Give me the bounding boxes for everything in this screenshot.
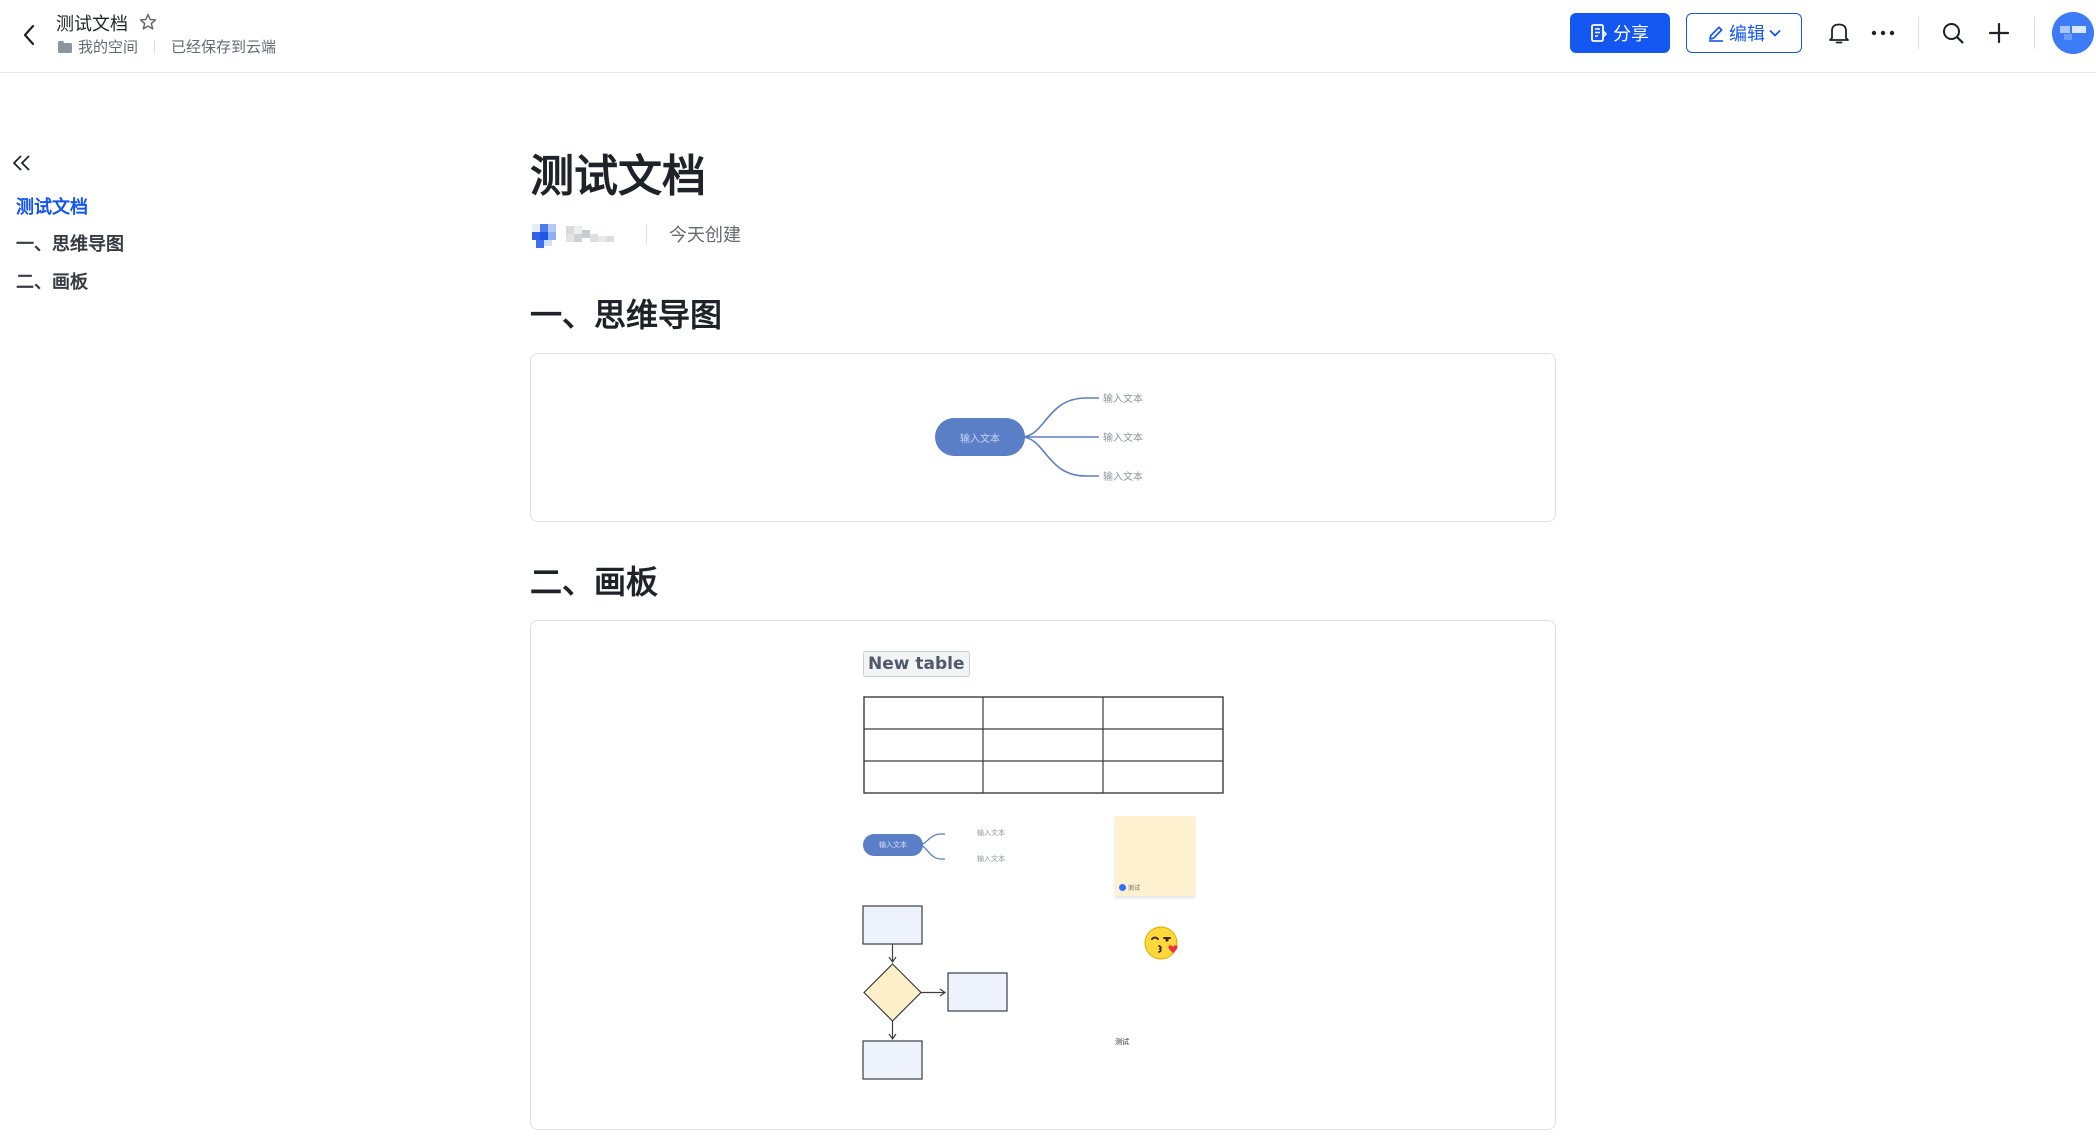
share-doc-icon (1591, 24, 1607, 42)
star-icon[interactable] (138, 12, 160, 34)
mindmap-child-label[interactable]: 输入文本 (1103, 429, 1143, 444)
breadcrumb-divider (154, 39, 156, 54)
chevron-down-icon (1769, 29, 1781, 37)
sticky-author-avatar (1119, 884, 1126, 891)
pencil-icon (1709, 26, 1723, 42)
double-chevron-left-icon (13, 155, 30, 171)
author-avatar[interactable] (532, 218, 624, 250)
whiteboard-block[interactable]: New table 输入文本 输入文本 输入文本 测试 测试 (530, 620, 1556, 1130)
save-status: 已经保存到云端 (171, 38, 277, 56)
mindmap-child-label[interactable]: 输入文本 (1103, 468, 1143, 483)
board-mindmap-root: 输入文本 (879, 841, 907, 849)
created-date: 今天创建 (669, 225, 741, 246)
sticky-author-name: 测试 (1128, 885, 1141, 892)
search-icon (1943, 23, 1964, 44)
plus-icon (1988, 22, 2010, 44)
back-button[interactable] (14, 18, 44, 52)
header-doc-title[interactable]: 测试文档 (56, 10, 128, 36)
outline-item-title[interactable]: 测试文档 (16, 193, 88, 219)
folder-icon (58, 40, 72, 53)
board-flowchart[interactable] (859, 901, 1019, 1126)
board-table-title[interactable]: New table (863, 651, 970, 677)
create-new-button[interactable] (1982, 16, 2016, 50)
share-button-label: 分享 (1613, 24, 1649, 45)
meta-divider (646, 224, 647, 244)
search-button[interactable] (1936, 16, 1970, 50)
section-heading-board: 二、画板 (530, 563, 659, 601)
back-arrow-icon (23, 24, 35, 46)
share-button[interactable]: 分享 (1570, 13, 1670, 53)
page-title: 测试文档 (530, 151, 706, 202)
edit-mode-button[interactable]: 编辑 (1686, 13, 1802, 53)
board-mindmap-child: 输入文本 (977, 829, 1005, 837)
breadcrumb-space-link[interactable]: 我的空间 (78, 36, 138, 57)
section-heading-mindmap: 一、思维导图 (530, 296, 723, 334)
header-divider-2 (2034, 17, 2035, 49)
mindmap-canvas (935, 397, 1099, 477)
flow-process-box (947, 972, 1008, 1012)
sticky-author: 测试 (1119, 883, 1140, 892)
more-icon (1871, 30, 1895, 36)
header-divider (1918, 17, 1919, 49)
avatar[interactable] (2052, 12, 2094, 54)
mindmap-root-label[interactable]: 输入文本 (935, 418, 1025, 456)
outline-item-board[interactable]: 二、画板 (16, 268, 88, 294)
collapse-outline-button[interactable] (12, 154, 36, 178)
flow-decision-diamond (863, 963, 922, 1022)
notifications-button[interactable] (1822, 16, 1856, 50)
board-table[interactable] (863, 696, 1225, 796)
breadcrumb: 我的空间 已经保存到云端 (58, 36, 276, 57)
flow-process-box (862, 1040, 923, 1080)
mindmap-block[interactable]: 输入文本 输入文本 输入文本 输入文本 (530, 353, 1556, 522)
board-mindmap-child: 输入文本 (977, 855, 1005, 863)
more-options-button[interactable] (1866, 16, 1900, 50)
outline-item-mindmap[interactable]: 一、思维导图 (16, 230, 124, 256)
flow-process-box (862, 905, 923, 945)
edit-button-label: 编辑 (1729, 24, 1765, 45)
bell-icon (1829, 23, 1849, 44)
board-text-label[interactable]: 测试 (1115, 1037, 1129, 1047)
sticky-note[interactable]: 测试 (1115, 816, 1195, 896)
mindmap-child-label[interactable]: 输入文本 (1103, 390, 1143, 405)
doc-meta: 今天创建 (532, 218, 741, 250)
emoji-kiss-icon[interactable] (1143, 925, 1181, 963)
